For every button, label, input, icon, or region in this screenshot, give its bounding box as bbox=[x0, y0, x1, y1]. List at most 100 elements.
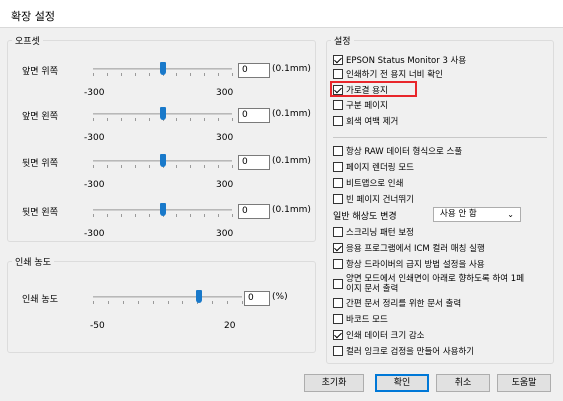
checkbox-label: 양면 모드에서 인쇄면이 아래로 향하도록 하여 1페 bbox=[346, 274, 525, 284]
offset-slider[interactable] bbox=[93, 62, 233, 76]
slider-tick bbox=[93, 214, 94, 217]
density-label: 인쇄 농도 bbox=[22, 295, 58, 305]
slider-tick bbox=[106, 73, 108, 76]
offset-slider[interactable] bbox=[93, 154, 233, 168]
checkbox[interactable] bbox=[333, 297, 343, 308]
checkbox[interactable] bbox=[333, 279, 343, 289]
help-button[interactable]: 도움말 bbox=[497, 374, 551, 392]
offset-row-label: 뒷면 왼쪽 bbox=[22, 208, 58, 218]
settings-checkbox-row[interactable]: 간편 문서 정리를 위한 문서 출력 bbox=[333, 296, 461, 309]
checkbox-label: 간편 문서 정리를 위한 문서 출력 bbox=[346, 298, 462, 309]
slider-tick bbox=[106, 118, 108, 121]
checkbox[interactable] bbox=[333, 99, 343, 110]
slider-tick bbox=[167, 301, 169, 304]
slider-tick bbox=[134, 118, 136, 121]
checkbox-label: 항상 드라이버의 급지 방법 설정을 사용 bbox=[346, 259, 485, 270]
offset-min-label: -300 bbox=[84, 229, 105, 239]
offset-slider[interactable] bbox=[93, 203, 233, 217]
slider-tick bbox=[134, 214, 136, 217]
checkbox[interactable] bbox=[333, 329, 343, 340]
checkbox-label: 회색 여백 제거 bbox=[346, 116, 399, 127]
checkbox[interactable] bbox=[333, 54, 343, 65]
slider-tick bbox=[120, 165, 122, 168]
checkbox[interactable] bbox=[333, 345, 343, 356]
settings-checkbox-row[interactable]: 항상 드라이버의 급지 방법 설정을 사용 bbox=[333, 257, 485, 270]
checkbox[interactable] bbox=[333, 68, 343, 79]
offset-slider-thumb[interactable] bbox=[159, 203, 166, 216]
settings-checkbox-row[interactable]: 컬러 잉크로 검정을 만들어 사용하기 bbox=[333, 344, 474, 357]
offset-slider-thumb[interactable] bbox=[159, 154, 166, 167]
offset-row-label: 뒷면 위쪽 bbox=[22, 159, 58, 169]
checkbox-label: 비트맵으로 인쇄 bbox=[346, 178, 404, 189]
offset-max-label: 300 bbox=[216, 133, 234, 143]
settings-checkbox-row[interactable]: EPSON Status Monitor 3 사용 bbox=[333, 53, 466, 66]
settings-checkbox-row[interactable]: 회색 여백 제거 bbox=[333, 114, 398, 127]
settings-checkbox-row[interactable]: 항상 RAW 데이터 형식으로 스풀 bbox=[333, 144, 462, 157]
slider-tick bbox=[182, 301, 184, 304]
checkbox[interactable] bbox=[333, 258, 343, 269]
checkbox[interactable] bbox=[333, 193, 343, 204]
slider-tick bbox=[218, 73, 220, 76]
offset-input[interactable]: 0 bbox=[238, 204, 270, 219]
resolution-dropdown[interactable]: 사용 안 함 ⌄ bbox=[433, 207, 521, 222]
settings-checkbox-row[interactable]: 인쇄 데이터 크기 감소 bbox=[333, 328, 425, 341]
checkbox-label: 이지 문서 출력 bbox=[346, 284, 399, 294]
slider-tick bbox=[93, 73, 94, 76]
density-slider[interactable] bbox=[93, 290, 243, 304]
offset-slider-thumb[interactable] bbox=[159, 62, 166, 75]
settings-checkbox-row[interactable]: 인쇄하기 전 용지 너비 확인 bbox=[333, 67, 443, 80]
settings-checkbox-row[interactable]: 빈 페이지 건너뛰기 bbox=[333, 192, 414, 205]
settings-checkbox-row[interactable]: 바코드 모드 bbox=[333, 312, 388, 325]
checkbox[interactable] bbox=[333, 242, 343, 253]
checkbox-label: 항상 RAW 데이터 형식으로 스풀 bbox=[346, 146, 463, 157]
offset-slider[interactable] bbox=[93, 107, 233, 121]
offset-max-label: 300 bbox=[216, 180, 234, 190]
slider-tick bbox=[190, 118, 192, 121]
checkbox-label: EPSON Status Monitor 3 사용 bbox=[346, 55, 467, 66]
checkbox[interactable] bbox=[333, 115, 343, 126]
slider-tick bbox=[176, 165, 178, 168]
checkbox[interactable] bbox=[333, 177, 343, 188]
checkbox[interactable] bbox=[333, 161, 343, 172]
slider-tick bbox=[190, 165, 192, 168]
settings-checkbox-row[interactable]: 비트맵으로 인쇄 bbox=[333, 176, 403, 189]
reset-button[interactable]: 초기화 bbox=[304, 374, 364, 392]
cancel-button[interactable]: 취소 bbox=[436, 374, 490, 392]
slider-tick bbox=[137, 301, 139, 304]
slider-tick bbox=[148, 118, 150, 121]
checkbox-label: 인쇄하기 전 용지 너비 확인 bbox=[346, 69, 443, 80]
slider-tick bbox=[232, 118, 233, 121]
density-input[interactable]: 0 bbox=[244, 291, 270, 306]
offset-input[interactable]: 0 bbox=[238, 108, 270, 123]
ok-button[interactable]: 확인 bbox=[375, 374, 429, 392]
slider-tick bbox=[212, 301, 214, 304]
offset-input[interactable]: 0 bbox=[238, 155, 270, 170]
slider-tick bbox=[120, 214, 122, 217]
slider-tick bbox=[93, 118, 94, 121]
settings-checkbox-row[interactable]: 양면 모드에서 인쇄면이 아래로 향하도록 하여 1페 이지 문서 출력 bbox=[333, 273, 524, 295]
checkbox-label: 구분 페이지 bbox=[346, 100, 388, 111]
offset-unit: (0.1mm) bbox=[272, 205, 311, 215]
checkbox[interactable] bbox=[333, 145, 343, 156]
settings-checkbox-row[interactable]: 페이지 렌더링 모드 bbox=[333, 160, 414, 173]
slider-tick bbox=[227, 301, 229, 304]
offset-input[interactable]: 0 bbox=[238, 63, 270, 78]
settings-checkbox-row[interactable]: 응용 프로그램에서 ICM 컬러 매칭 실행 bbox=[333, 241, 485, 254]
density-slider-thumb[interactable] bbox=[196, 290, 203, 303]
slider-tick bbox=[152, 301, 154, 304]
checkbox-label: 바코드 모드 bbox=[346, 314, 388, 325]
window-title: 확장 설정 bbox=[11, 10, 55, 23]
checkbox[interactable] bbox=[333, 226, 343, 237]
settings-checkbox-row[interactable]: 스크리닝 패턴 보정 bbox=[333, 225, 414, 238]
slider-tick bbox=[120, 118, 122, 121]
offset-min-label: -300 bbox=[84, 88, 105, 98]
slider-tick bbox=[218, 118, 220, 121]
slider-tick bbox=[107, 301, 109, 304]
checkbox[interactable] bbox=[333, 313, 343, 324]
offset-min-label: -300 bbox=[84, 133, 105, 143]
offset-slider-thumb[interactable] bbox=[159, 107, 166, 120]
settings-separator bbox=[333, 137, 547, 138]
offset-unit: (0.1mm) bbox=[272, 64, 311, 74]
settings-checkbox-row[interactable]: 구분 페이지 bbox=[333, 98, 388, 111]
resolution-value: 사용 안 함 bbox=[440, 209, 477, 219]
